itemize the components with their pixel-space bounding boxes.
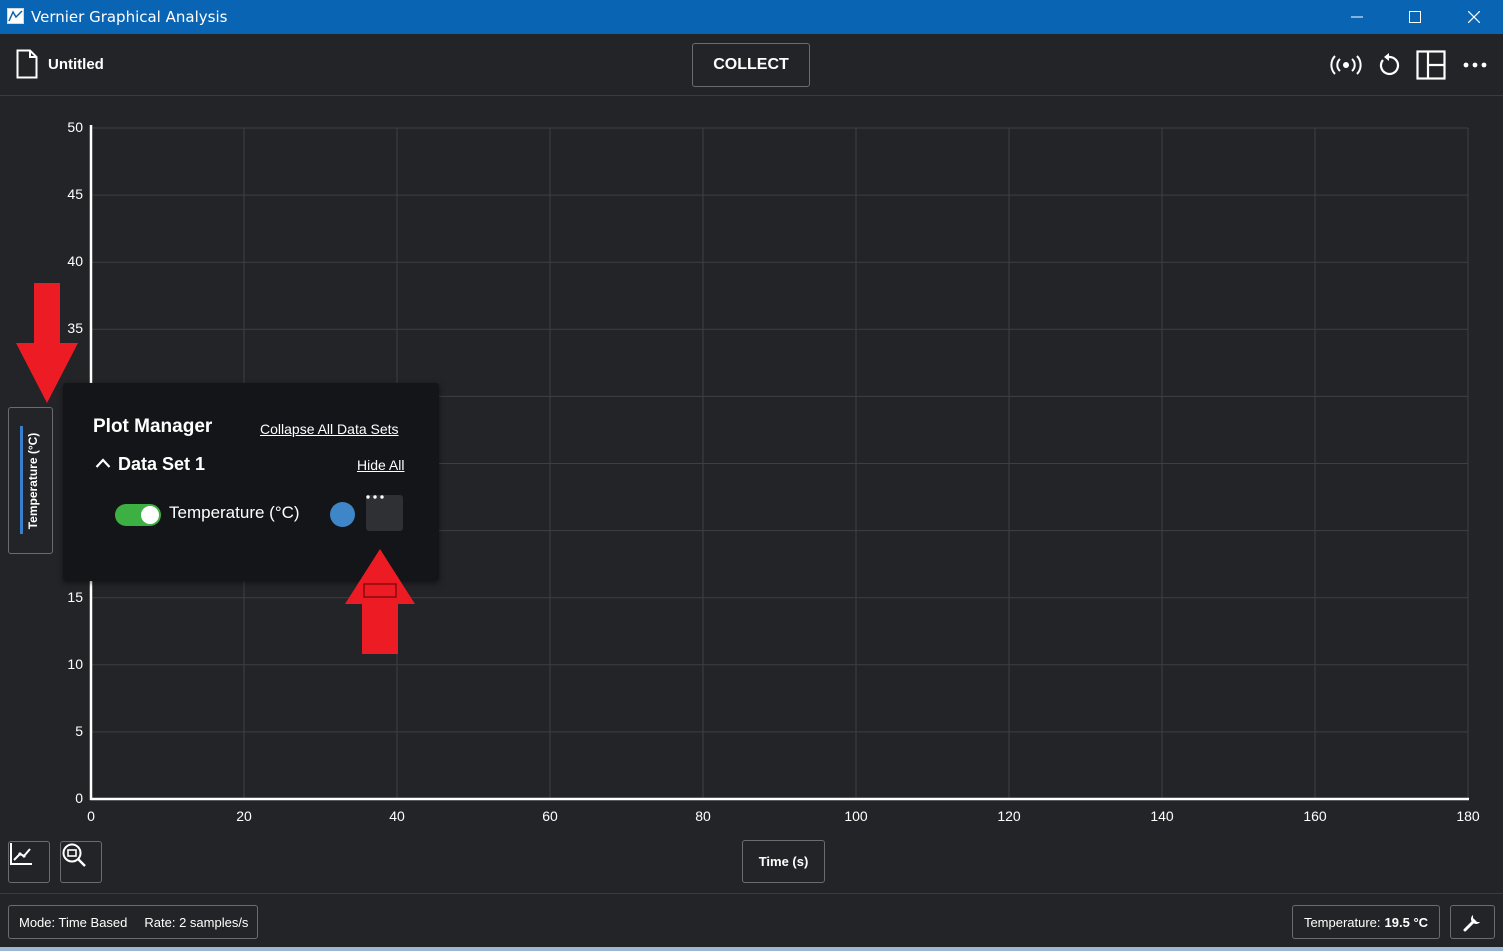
y-axis-label-button[interactable]: Temperature (°C)	[8, 407, 53, 554]
x-tick-label: 0	[87, 808, 95, 824]
y-tick-label: 50	[67, 119, 83, 135]
close-icon	[1468, 11, 1480, 23]
wireless-sensor-icon	[1330, 55, 1362, 75]
x-axis-label-button[interactable]: Time (s)	[742, 840, 825, 883]
x-tick-label: 80	[695, 808, 711, 824]
x-tick-label: 40	[389, 808, 405, 824]
x-tick-label: 100	[844, 808, 868, 824]
graph-area[interactable]: 0510152025303540455002040608010012014016…	[0, 97, 1503, 892]
y-axis-label: Temperature (°C)	[26, 432, 40, 530]
y-tick-label: 15	[67, 588, 83, 605]
y-tick-label: 0	[75, 790, 83, 806]
document-title[interactable]: Untitled	[48, 56, 104, 73]
y-tick-label: 40	[67, 253, 83, 270]
mode-rate-button[interactable]: Mode: Time Based Rate: 2 samples/s	[8, 905, 258, 939]
more-options-button[interactable]	[1459, 49, 1491, 81]
x-tick-label: 60	[542, 808, 558, 824]
title-bar: Vernier Graphical Analysis	[0, 0, 1503, 34]
main-toolbar: Untitled COLLECT	[0, 34, 1503, 96]
collect-button[interactable]: COLLECT	[692, 43, 810, 87]
layout-button[interactable]	[1415, 49, 1447, 81]
wrench-icon	[1463, 915, 1480, 932]
x-tick-label: 120	[997, 808, 1021, 824]
series-color-bar	[20, 426, 23, 534]
maximize-button[interactable]	[1386, 0, 1444, 34]
sensor-settings-button[interactable]	[1450, 905, 1495, 939]
sensor-visibility-toggle[interactable]	[115, 504, 161, 526]
x-tick-label: 180	[1456, 808, 1480, 824]
layout-icon	[1416, 50, 1446, 80]
sensor-label: Temperature (°C)	[169, 503, 300, 522]
close-button[interactable]	[1445, 0, 1503, 34]
graph-options-button[interactable]	[8, 841, 50, 883]
mode-text: Mode: Time Based	[19, 914, 128, 930]
data-set-title[interactable]: Data Set 1	[118, 454, 205, 475]
minimize-icon	[1351, 16, 1363, 18]
x-tick-label: 20	[236, 808, 252, 824]
hide-all-link[interactable]: Hide All	[357, 457, 404, 473]
x-tick-label: 160	[1303, 808, 1327, 824]
y-tick-label: 10	[67, 655, 83, 672]
taskbar-edge	[0, 947, 1503, 951]
series-color-swatch[interactable]	[330, 502, 355, 527]
collapse-all-link[interactable]: Collapse All Data Sets	[260, 421, 399, 437]
plot-manager-title: Plot Manager	[93, 416, 213, 437]
app-icon	[7, 8, 24, 24]
more-options-icon	[366, 495, 384, 499]
annotation-arrow-up	[345, 549, 415, 654]
chevron-up-icon[interactable]	[95, 457, 111, 469]
window-title: Vernier Graphical Analysis	[31, 8, 228, 26]
more-options-icon	[1463, 62, 1487, 68]
sensor-reading-button[interactable]: Temperature: 19.5 °C	[1292, 905, 1440, 939]
wireless-sensor-button[interactable]	[1330, 49, 1362, 81]
graph-options-icon	[10, 843, 32, 865]
reset-icon	[1379, 53, 1400, 76]
reset-button[interactable]	[1373, 49, 1405, 81]
maximize-icon	[1409, 11, 1421, 23]
y-tick-label: 45	[67, 186, 83, 203]
zoom-button[interactable]	[60, 841, 102, 883]
rate-text: Rate: 2 samples/s	[144, 914, 249, 930]
document-icon[interactable]	[16, 49, 38, 79]
toggle-knob	[141, 506, 159, 524]
status-bar: Mode: Time Based Rate: 2 samples/s Tempe…	[0, 893, 1503, 951]
sensor-more-button[interactable]	[366, 495, 403, 531]
minimize-button[interactable]	[1328, 0, 1386, 34]
annotation-arrow-down	[16, 283, 78, 403]
temperature-label: Temperature:	[1303, 914, 1381, 930]
zoom-icon	[62, 843, 86, 867]
y-tick-label: 5	[75, 722, 83, 739]
x-tick-label: 140	[1150, 808, 1174, 824]
temperature-value: 19.5 °C	[1384, 914, 1429, 930]
